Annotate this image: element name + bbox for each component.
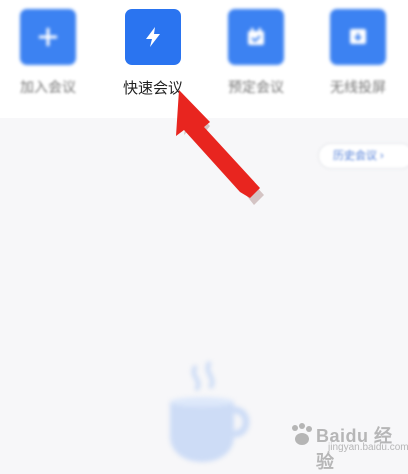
screen-cast-tile[interactable] [330,9,386,65]
schedule-meeting-label: 预定会议 [228,79,284,95]
schedule-meeting-button[interactable]: 预定会议 [228,9,284,95]
plus-icon [39,28,57,46]
watermark-sub: jingyan.baidu.com [328,442,408,453]
screen-cast-button[interactable]: 无线投屏 [330,9,386,95]
screen-cast-icon [350,29,366,44]
history-meetings-button[interactable]: 历史会议 › [318,143,408,169]
coffee-cup-icon [148,358,260,468]
schedule-meeting-tile[interactable] [228,9,284,65]
join-meeting-tile[interactable] [20,9,76,65]
quick-meeting-label: 快速会议 [122,80,183,97]
calendar-icon [248,28,264,45]
paw-logo-icon [292,423,312,445]
join-meeting-button[interactable]: 加入会议 [20,9,76,95]
meeting-actions-panel: 加入会议 快速会议 预定会议 无线投屏 [0,0,408,118]
screen-cast-label: 无线投屏 [330,79,386,95]
quick-meeting-tile[interactable] [125,9,181,65]
join-meeting-label: 加入会议 [20,79,76,95]
lightning-icon [146,27,160,47]
quick-meeting-button[interactable]: 快速会议 [123,9,183,97]
watermark: Baidu 经验 jingyan.baidu.com [288,420,408,472]
